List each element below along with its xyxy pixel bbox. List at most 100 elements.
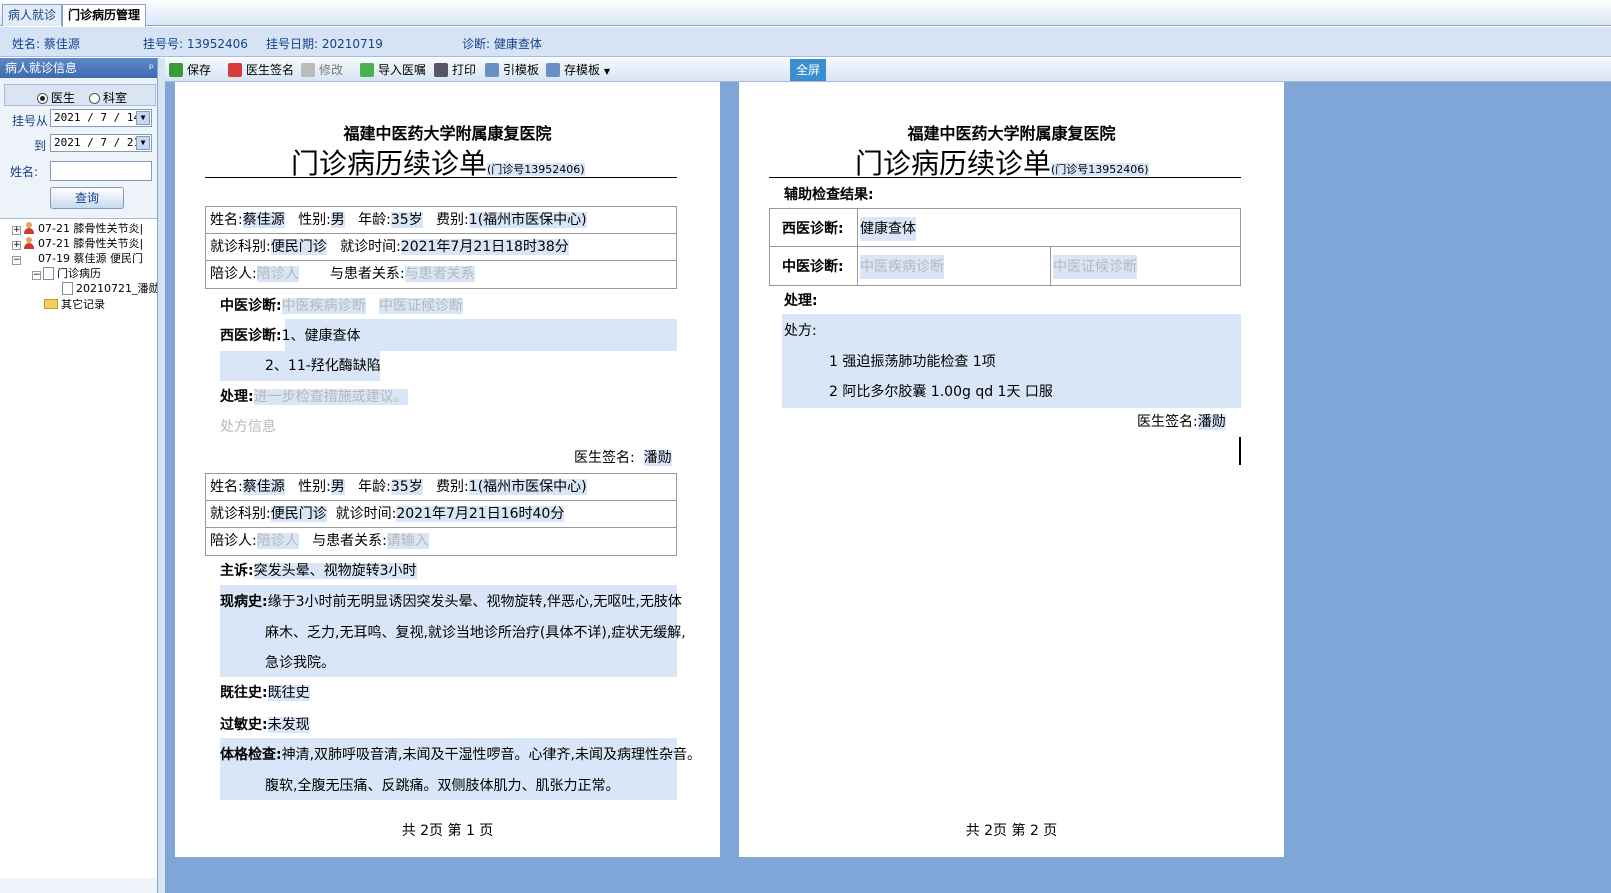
save-icon — [169, 63, 183, 77]
treatment-line: 处理:进一步检查措施或建议。 — [220, 389, 408, 405]
physical-exam-line-1: 体格检查:神清,双肺呼吸音清,未闻及干湿性啰音。心律齐,未闻及病理性杂音。 — [220, 747, 701, 763]
to-label: 到 — [34, 139, 47, 153]
physical-exam-line-2[interactable]: 腹软,全腹无压痛、反跳痛。双侧肢体肌力、肌张力正常。 — [265, 776, 619, 796]
tree-item-visit-3[interactable]: −07-19 蔡佳源 便民门 — [12, 251, 143, 267]
visit-2-info-row-2: 就诊科别:便民门诊 就诊时间:2021年7月21日16时40分 — [206, 501, 676, 528]
tcm-diagnosis-line: 中医诊断:中医疾病诊断 中医证候诊断 — [220, 298, 463, 314]
tab-outpatient-records[interactable]: 门诊病历管理 — [62, 4, 147, 27]
page-1: 福建中医药大学附属康复医院 门诊病历续诊单(门诊号13952406) 姓名:蔡佳… — [175, 82, 720, 857]
chief-complaint-line: 主诉:突发头晕、视物旋转3小时 — [220, 563, 417, 579]
name-search-input[interactable] — [50, 161, 152, 181]
date-from-input[interactable]: 2021 / 7 / 14 ▼ — [50, 109, 152, 127]
aux-exam-label: 辅助检查结果: — [784, 187, 874, 203]
pin-icon[interactable]: ᵖ — [149, 58, 154, 78]
prescription-label: 处方: — [784, 323, 817, 339]
book-icon — [485, 63, 499, 77]
radio-dot-icon — [37, 93, 48, 104]
diagnosis-label: 诊断: 健康查体 — [462, 37, 542, 51]
hospital-name: 福建中医药大学附属康复医院 — [343, 124, 552, 143]
patient-name-label: 姓名: 蔡佳源 — [12, 37, 80, 51]
sign-icon — [228, 63, 242, 77]
tcm-syndrome-input[interactable]: 中医证候诊断 — [1053, 255, 1137, 279]
record-title: 门诊病历续诊单(门诊号13952406) — [291, 147, 585, 180]
tcm-disease-input[interactable]: 中医疾病诊断 — [860, 255, 944, 279]
hpi-line-3[interactable]: 急诊我院。 — [265, 653, 335, 673]
page-2: 福建中医药大学附属康复医院 门诊病历续诊单(门诊号13952406) 辅助检查结… — [739, 82, 1284, 857]
visit-1-info-row-2: 就诊科别:便民门诊 就诊时间:2021年7月21日18时38分 — [206, 234, 676, 261]
tree-item-outpatient-record[interactable]: − 门诊病历 — [32, 266, 101, 282]
hpi-line-2[interactable]: 麻木、乏力,无耳鸣、复视,就诊当地诊所治疗(具体不详),症状无缓解, — [265, 623, 686, 643]
visit-1-info-box: 姓名:蔡佳源 性别:男 年龄:35岁 费别:1(福州市医保中心) 就诊科别:便民… — [205, 206, 677, 289]
document-icon — [62, 282, 73, 295]
visit-1-info-row-1: 姓名:蔡佳源 性别:男 年龄:35岁 费别:1(福州市医保中心) — [206, 207, 676, 234]
import-icon — [360, 63, 374, 77]
prescription-info[interactable]: 处方信息 — [220, 417, 276, 437]
allergy-history-line: 过敏史:未发现 — [220, 717, 310, 733]
tree-item-visit-2[interactable]: +07-21 膝骨性关节炎| — [12, 236, 143, 252]
query-button[interactable]: 查询 — [50, 187, 124, 209]
scope-radio-group: 医生 科室 — [4, 84, 156, 106]
expand-icon[interactable]: + — [12, 226, 21, 235]
fullscreen-button[interactable]: 全屏 — [790, 59, 826, 81]
visit-1-info-row-3: 陪诊人:陪诊人 与患者关系:与患者关系 — [210, 266, 475, 282]
document-area: 福建中医药大学附属康复医院 门诊病历续诊单(门诊号13952406) 姓名:蔡佳… — [165, 82, 1611, 893]
import-orders-button[interactable]: 导入医嘱 — [360, 62, 426, 78]
save-button[interactable]: 保存 — [169, 62, 211, 78]
chevron-down-icon[interactable]: ▼ — [136, 136, 150, 150]
tree-item-record-file[interactable]: 20210721_潘勋 — [62, 281, 158, 297]
print-button[interactable]: 打印 — [434, 62, 476, 78]
western-diagnosis-value[interactable]: 健康查体 — [860, 217, 916, 241]
book-icon — [546, 63, 560, 77]
tab-strip: 病人就诊 门诊病历管理 — [0, 0, 1611, 27]
western-diagnosis-row: 西医诊断: 健康查体 — [770, 209, 1240, 247]
visit-2-info-box: 姓名:蔡佳源 性别:男 年龄:35岁 费别:1(福州市医保中心) 就诊科别:便民… — [205, 473, 677, 556]
chevron-down-icon[interactable]: ▼ — [136, 111, 150, 125]
panel-splitter[interactable] — [157, 58, 165, 893]
folder-icon — [44, 299, 58, 309]
page-footer: 共 2页 第 2 页 — [965, 823, 1058, 839]
tree-item-visit-1[interactable]: +07-21 膝骨性关节炎| — [12, 221, 143, 237]
doctor-sign-button[interactable]: 医生签名 — [228, 62, 294, 78]
past-history-line: 既往史:既往史 — [220, 685, 310, 701]
from-label: 挂号从 — [12, 114, 49, 128]
prescription-item-1[interactable]: 1 强迫振荡肺功能检查 1项 — [829, 352, 996, 372]
reg-no-label: 挂号号: 13952406 — [143, 37, 248, 51]
reg-date-label: 挂号日期: 20210719 — [266, 37, 383, 51]
hpi-line-1: 现病史:缘于3小时前无明显诱因突发头晕、视物旋转,伴恶心,无呕吐,无肢体 — [220, 594, 682, 610]
patient-info-bar: 姓名: 蔡佳源 挂号号: 13952406 挂号日期: 20210719 诊断:… — [0, 27, 1611, 57]
radio-doctor[interactable]: 医生 — [37, 89, 75, 106]
document-icon — [43, 267, 54, 280]
save-template-button[interactable]: 存模板 ▼ — [546, 62, 610, 78]
visit-tree: +07-21 膝骨性关节炎| +07-21 膝骨性关节炎| −07-19 蔡佳源… — [0, 218, 158, 878]
patient-icon — [23, 222, 35, 235]
toolbar: 保存 医生签名 修改 导入医嘱 打印 引模板 存模板 ▼ 全屏 — [165, 58, 1611, 82]
western-diagnosis-line: 西医诊断:1、健康查体 — [220, 328, 361, 344]
radio-dot-icon — [89, 93, 100, 104]
date-to-input[interactable]: 2021 / 7 / 21 ▼ — [50, 134, 152, 152]
tree-item-other-records[interactable]: 其它记录 — [44, 297, 105, 313]
western-diagnosis-line-2[interactable]: 2、11-羟化酶缺陷 — [265, 356, 381, 376]
text-cursor — [1239, 437, 1241, 465]
edit-icon — [301, 63, 315, 77]
treatment-label: 处理: — [784, 293, 818, 309]
doctor-signature: 医生签名: 潘勋 — [574, 450, 672, 466]
title-divider — [205, 177, 677, 178]
visit-2-info-row-3: 陪诊人:陪诊人 与患者关系:请输入 — [210, 533, 429, 549]
hospital-name: 福建中医药大学附属康复医院 — [907, 124, 1116, 143]
collapse-icon[interactable]: − — [12, 256, 21, 265]
tcm-diagnosis-row: 中医诊断: 中医疾病诊断 中医证候诊断 — [770, 247, 1240, 285]
title-divider — [769, 177, 1241, 178]
printer-icon — [434, 63, 448, 77]
panel-title: 病人就诊信息 ᵖ — [0, 58, 159, 78]
apply-template-button[interactable]: 引模板 — [485, 62, 539, 78]
tab-patient-visit[interactable]: 病人就诊 — [2, 4, 63, 26]
expand-icon[interactable]: + — [12, 241, 21, 250]
collapse-icon[interactable]: − — [32, 271, 41, 280]
visit-2-info-row-1: 姓名:蔡佳源 性别:男 年龄:35岁 费别:1(福州市医保中心) — [206, 474, 676, 501]
name-label: 姓名: — [10, 165, 39, 179]
chevron-down-icon[interactable]: ▼ — [604, 67, 610, 76]
prescription-item-2[interactable]: 2 阿比多尔胶囊 1.00g qd 1天 口服 — [829, 382, 1053, 402]
doctor-signature: 医生签名:潘勋 — [1137, 414, 1226, 430]
radio-department[interactable]: 科室 — [89, 89, 127, 106]
edit-button[interactable]: 修改 — [301, 62, 343, 78]
